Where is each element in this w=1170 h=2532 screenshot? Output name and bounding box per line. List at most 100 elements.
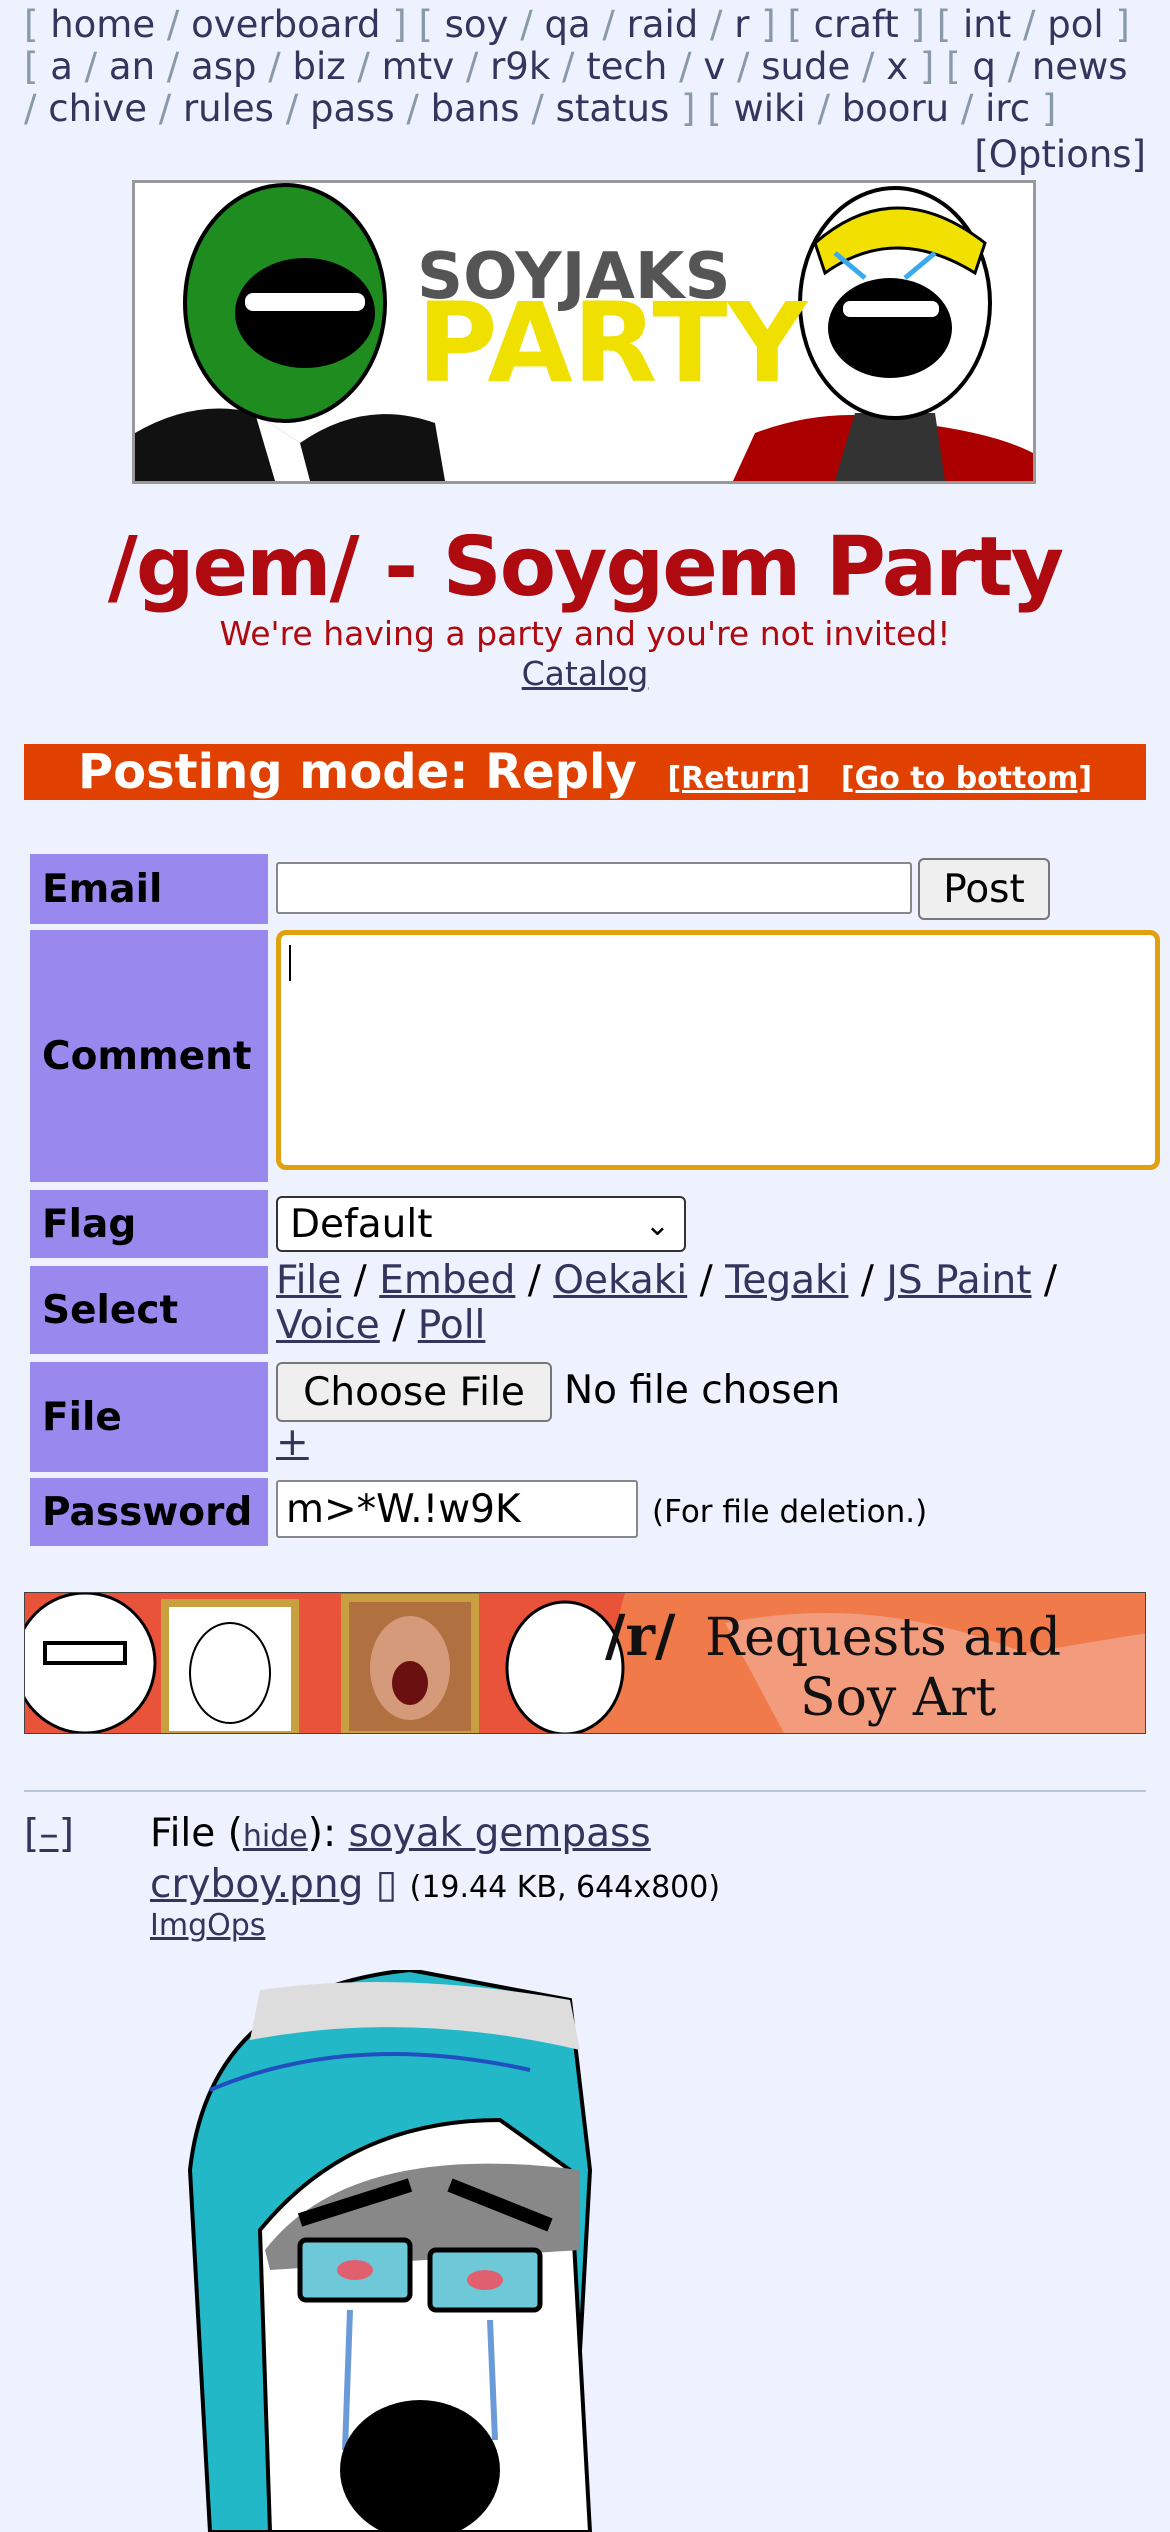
return-link[interactable]: [Return] xyxy=(667,761,810,796)
select-embed-link[interactable]: Embed xyxy=(379,1258,515,1303)
separator: / xyxy=(698,3,735,46)
separator: / xyxy=(949,87,986,130)
separator: / xyxy=(394,87,431,130)
board-link-tech[interactable]: tech xyxy=(586,45,667,88)
hide-file-link[interactable]: hide xyxy=(243,1819,308,1854)
separator: / xyxy=(590,3,627,46)
collapse-thread-button[interactable]: [–] xyxy=(24,1812,74,1857)
board-link-q[interactable]: q xyxy=(972,45,996,88)
board-link-r9k[interactable]: r9k xyxy=(490,45,550,88)
separator: / xyxy=(508,3,545,46)
divider xyxy=(24,1790,1146,1792)
select-js-paint-link[interactable]: JS Paint xyxy=(886,1258,1031,1303)
separator: / xyxy=(687,1258,726,1303)
posting-mode-bar: Posting mode: Reply [Return] [Go to bott… xyxy=(24,744,1146,800)
post-image-art xyxy=(187,1970,593,2532)
board-link-chive[interactable]: chive xyxy=(48,87,147,130)
separator: / xyxy=(155,3,192,46)
board-link-mtv[interactable]: mtv xyxy=(382,45,454,88)
post-file-info: File (hide): soyak gempass cryboy.png ▯ … xyxy=(150,1810,850,1912)
board-link-news[interactable]: news xyxy=(1032,45,1128,88)
password-note: (For file deletion.) xyxy=(652,1494,928,1530)
separator: / xyxy=(550,45,587,88)
separator: / xyxy=(848,1258,887,1303)
svg-text:Soy Art: Soy Art xyxy=(800,1668,996,1728)
file-mid: ): xyxy=(307,1811,349,1856)
board-link-craft[interactable]: craft xyxy=(814,3,899,46)
add-file-link[interactable]: + xyxy=(276,1420,309,1465)
bracket-open: [ xyxy=(24,3,51,46)
svg-text:PARTY: PARTY xyxy=(417,279,808,407)
comment-textarea[interactable] xyxy=(276,930,1160,1170)
separator: / xyxy=(519,87,556,130)
bracket-close: ] xyxy=(749,3,788,46)
board-link-soy[interactable]: soy xyxy=(445,3,509,46)
bracket-open: [ xyxy=(418,3,445,46)
bracket-close: ] xyxy=(908,45,947,88)
board-link-wiki[interactable]: wiki xyxy=(733,87,805,130)
post-image[interactable] xyxy=(150,1970,790,2532)
board-link-raid[interactable]: raid xyxy=(627,3,699,46)
board-link-pass[interactable]: pass xyxy=(310,87,395,130)
board-link-r[interactable]: r xyxy=(734,3,749,46)
board-link-rules[interactable]: rules xyxy=(183,87,274,130)
banner-image[interactable]: SOYJAKS PARTY xyxy=(132,180,1036,484)
select-file-link[interactable]: File xyxy=(276,1258,341,1303)
separator: / xyxy=(155,45,192,88)
select-tegaki-link[interactable]: Tegaki xyxy=(725,1258,848,1303)
bracket-close: ] xyxy=(1030,87,1057,130)
svg-text:Requests and: Requests and xyxy=(705,1608,1061,1668)
board-link-a[interactable]: a xyxy=(50,45,73,88)
file-meta: (19.44 KB, 644x800) xyxy=(409,1870,721,1905)
file-prefix: File ( xyxy=(150,1811,243,1856)
bracket-open: [ xyxy=(946,45,973,88)
bracket-close: ] xyxy=(380,3,419,46)
board-link-overboard[interactable]: overboard xyxy=(191,3,380,46)
email-field[interactable] xyxy=(276,862,912,914)
flag-select[interactable]: Default ⌄ xyxy=(276,1196,686,1252)
file-label: File xyxy=(30,1362,268,1472)
board-link-int[interactable]: int xyxy=(963,3,1011,46)
go-to-bottom-link[interactable]: [Go to bottom] xyxy=(841,761,1092,796)
ad-banner[interactable]: /r/ Requests and Soy Art xyxy=(24,1592,1146,1734)
board-link-asp[interactable]: asp xyxy=(191,45,256,88)
board-link-v[interactable]: v xyxy=(703,45,725,88)
board-link-x[interactable]: x xyxy=(886,45,908,88)
separator: / xyxy=(379,1303,418,1348)
separator: / xyxy=(805,87,842,130)
bracket-open: [ xyxy=(24,45,51,88)
select-oekaki-link[interactable]: Oekaki xyxy=(553,1258,687,1303)
board-title: /gem/ - Soygem Party xyxy=(107,520,1064,615)
bracket-open: [ xyxy=(787,3,814,46)
download-icon[interactable]: ▯ xyxy=(376,1862,397,1907)
choose-file-button[interactable]: Choose File xyxy=(276,1362,552,1422)
options-link[interactable]: [Options] xyxy=(974,133,1146,176)
password-field[interactable]: m>*W.!w9K xyxy=(276,1480,638,1538)
posting-mode-text: Posting mode: Reply xyxy=(77,744,637,800)
board-link-sude[interactable]: sude xyxy=(761,45,850,88)
separator: / xyxy=(995,45,1032,88)
separator: / xyxy=(1011,3,1048,46)
post-button[interactable]: Post xyxy=(918,858,1050,920)
board-link-status[interactable]: status xyxy=(556,87,670,130)
board-link-an[interactable]: an xyxy=(109,45,155,88)
select-poll-link[interactable]: Poll xyxy=(418,1303,486,1348)
board-subtitle: We're having a party and you're not invi… xyxy=(219,614,951,653)
board-link-booru[interactable]: booru xyxy=(842,87,949,130)
svg-text:/r/: /r/ xyxy=(605,1603,676,1669)
separator: / xyxy=(273,87,310,130)
select-label: Select xyxy=(30,1266,268,1354)
board-link-irc[interactable]: irc xyxy=(985,87,1030,130)
separator: / xyxy=(24,87,49,130)
board-link-qa[interactable]: qa xyxy=(544,3,590,46)
board-link-biz[interactable]: biz xyxy=(292,45,345,88)
select-voice-link[interactable]: Voice xyxy=(276,1303,380,1348)
separator: / xyxy=(850,45,887,88)
board-link-home[interactable]: home xyxy=(50,3,155,46)
board-link-pol[interactable]: pol xyxy=(1047,3,1103,46)
catalog-link[interactable]: Catalog xyxy=(522,654,649,693)
separator: / xyxy=(146,87,183,130)
flag-label: Flag xyxy=(30,1190,268,1258)
board-link-bans[interactable]: bans xyxy=(431,87,520,130)
imgops-link[interactable]: ImgOps xyxy=(150,1908,265,1943)
